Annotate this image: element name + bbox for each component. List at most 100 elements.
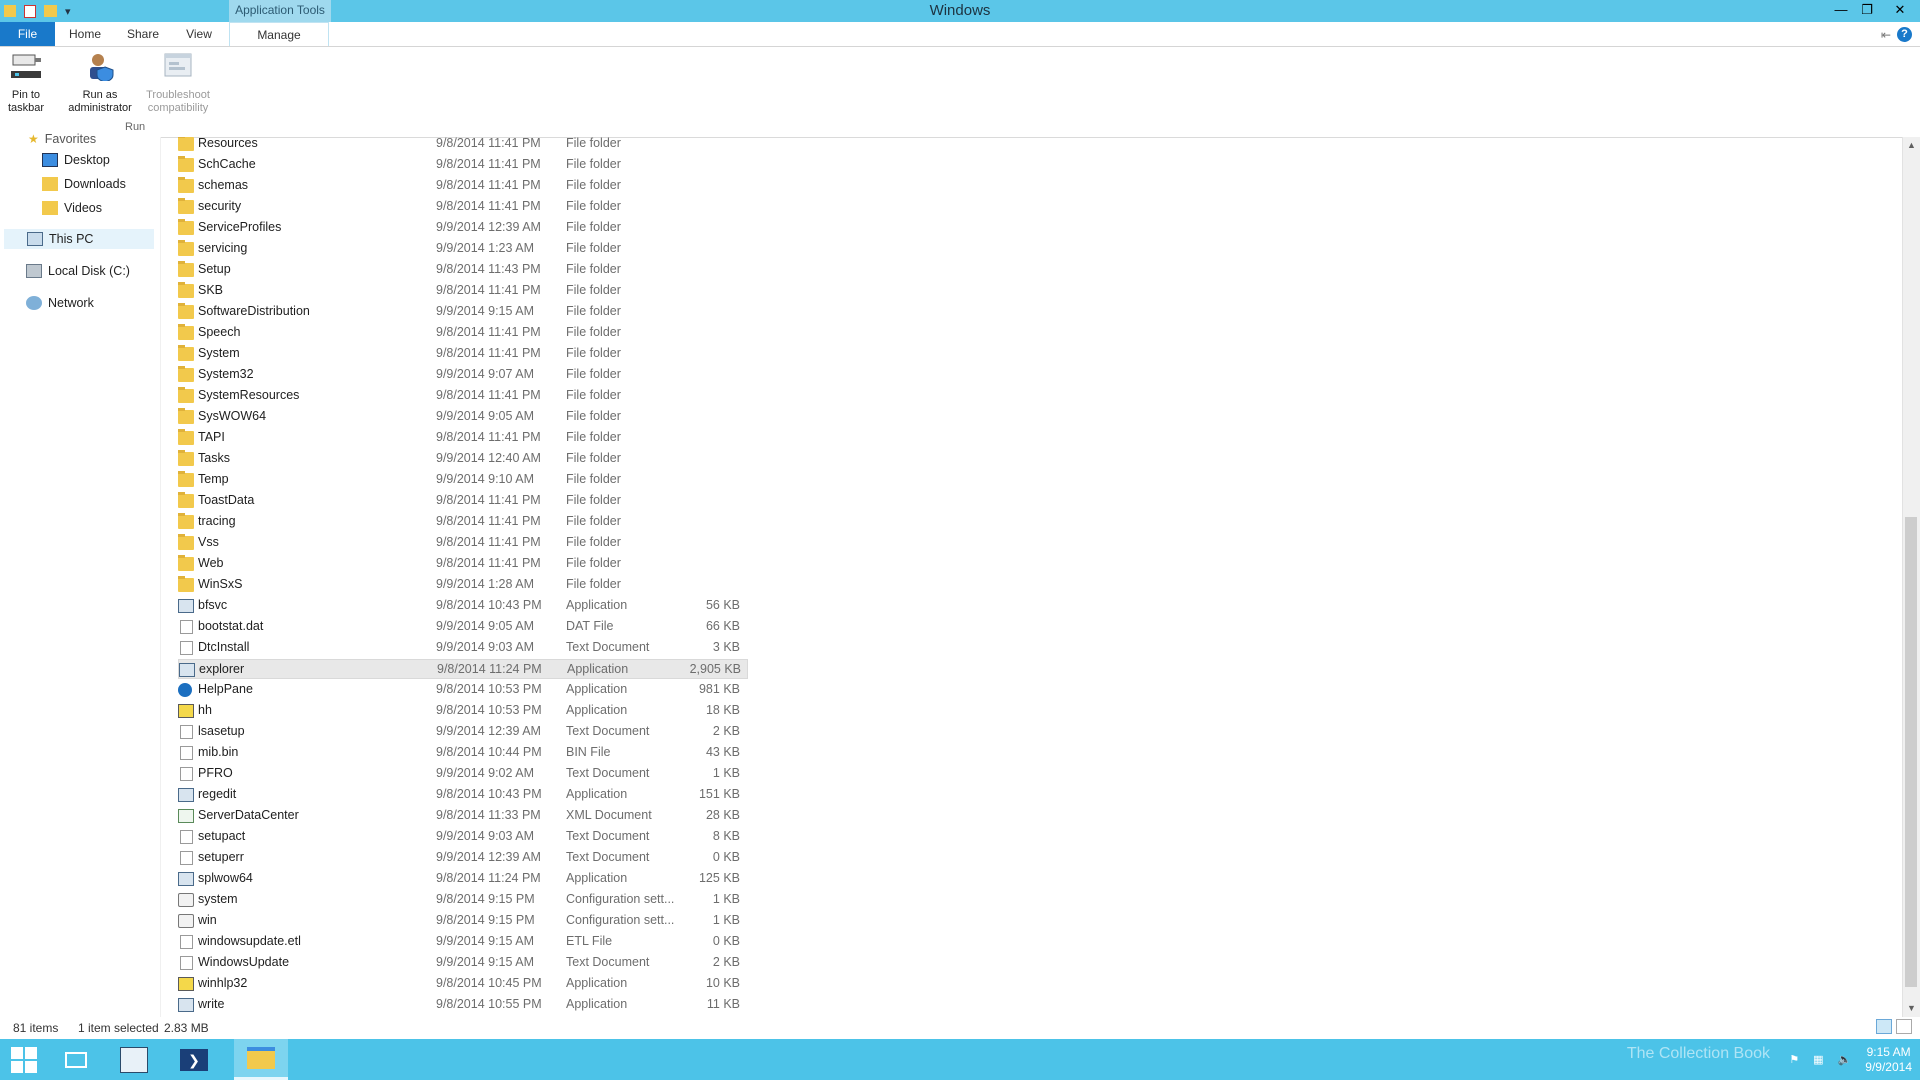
volume-icon[interactable]: 🔈	[1838, 1053, 1852, 1066]
minimize-button[interactable]: —	[1828, 0, 1854, 20]
list-item[interactable]: hh 9/8/2014 10:53 PM Application 18 KB	[178, 701, 748, 721]
list-item[interactable]: Temp 9/9/2014 9:10 AM File folder	[178, 470, 748, 490]
taskbar-powershell[interactable]: ❯	[170, 1039, 218, 1080]
list-item[interactable]: bootstat.dat 9/9/2014 9:05 AM DAT File 66 K…	[178, 617, 748, 637]
item-count: 81 items	[13, 1021, 59, 1035]
list-item[interactable]: splwow64 9/8/2014 11:24 PM Application 125 …	[178, 869, 748, 889]
list-item[interactable]: ToastData 9/8/2014 11:41 PM File folder	[178, 491, 748, 511]
start-button[interactable]	[0, 1039, 48, 1080]
close-button[interactable]: ✕	[1880, 0, 1920, 20]
nav-network-label: Network	[48, 296, 94, 310]
taskbar-server-manager[interactable]	[110, 1039, 158, 1080]
list-item[interactable]: write 9/8/2014 10:55 PM Application 11 KB	[178, 995, 748, 1015]
tab-manage[interactable]: Manage	[229, 22, 329, 46]
file-name: ToastData	[198, 493, 255, 507]
nav-favorites[interactable]: ★ Favorites	[28, 129, 96, 149]
file-size: 18 KB	[705, 703, 740, 717]
list-item[interactable]: mib.bin 9/8/2014 10:44 PM BIN File 43 KB	[178, 743, 748, 763]
nav-local-disk[interactable]: Local Disk (C:)	[26, 261, 130, 281]
list-item[interactable]: SoftwareDistribution 9/9/2014 9:15 AM File…	[178, 302, 748, 322]
network-tray-icon[interactable]: ▦	[1813, 1053, 1823, 1066]
folder-icon	[178, 408, 194, 424]
nav-desktop[interactable]: Desktop	[42, 150, 110, 170]
nav-this-pc[interactable]: This PC	[4, 229, 154, 249]
list-item[interactable]: Web 9/8/2014 11:41 PM File folder	[178, 554, 748, 574]
file-size: 8 KB	[712, 829, 740, 843]
tab-view[interactable]: View	[174, 22, 224, 46]
list-item[interactable]: DtcInstall 9/9/2014 9:03 AM Text Document 3…	[178, 638, 748, 658]
list-item[interactable]: setupact 9/9/2014 9:03 AM Text Document 8 K…	[178, 827, 748, 847]
list-item[interactable]: lsasetup 9/9/2014 12:39 AM Text Document 2 …	[178, 722, 748, 742]
navigation-pane: ★ Favorites Desktop Downloads Videos Thi…	[0, 132, 161, 1027]
list-item[interactable]: explorer 9/8/2014 11:24 PM Application 2,90…	[178, 659, 748, 679]
list-item[interactable]: Tasks 9/9/2014 12:40 AM File folder	[178, 449, 748, 469]
taskbar-file-explorer[interactable]	[234, 1039, 288, 1080]
taskbar-app-1[interactable]	[52, 1039, 100, 1080]
list-item[interactable]: Setup 9/8/2014 11:43 PM File folder	[178, 260, 748, 280]
list-item[interactable]: win 9/8/2014 9:15 PM Configuration sett...…	[178, 911, 748, 931]
file-date: 9/8/2014 9:15 PM	[436, 892, 535, 906]
file-date: 9/8/2014 11:41 PM	[436, 178, 541, 192]
help-icon[interactable]: ?	[1897, 27, 1912, 42]
new-folder-icon[interactable]	[44, 5, 57, 17]
scroll-up-arrow-icon[interactable]: ▲	[1903, 137, 1920, 154]
file-name: write	[198, 997, 225, 1011]
list-item[interactable]: schemas 9/8/2014 11:41 PM File folder	[178, 176, 748, 196]
list-item[interactable]: TAPI 9/8/2014 11:41 PM File folder	[178, 428, 748, 448]
clock[interactable]: 9:15 AM 9/9/2014	[1865, 1045, 1912, 1075]
list-item[interactable]: system 9/8/2014 9:15 PM Configuration sett…	[178, 890, 748, 910]
scrollbar-thumb[interactable]	[1905, 517, 1917, 987]
list-item[interactable]: SysWOW64 9/9/2014 9:05 AM File folder	[178, 407, 748, 427]
list-item[interactable]: WinSxS 9/9/2014 1:28 AM File folder	[178, 575, 748, 595]
action-center-flag-icon[interactable]: ⚑	[1789, 1053, 1799, 1066]
ribbon-tabs: File Home Share View Manage	[0, 22, 1920, 47]
list-item[interactable]: servicing 9/9/2014 1:23 AM File folder	[178, 239, 748, 259]
minimize-ribbon-icon[interactable]: ⇤	[1881, 28, 1891, 42]
tab-share[interactable]: Share	[118, 22, 168, 46]
list-item[interactable]: setuperr 9/9/2014 12:39 AM Text Document 0 …	[178, 848, 748, 868]
scroll-down-arrow-icon[interactable]: ▼	[1903, 1000, 1920, 1017]
vertical-scrollbar[interactable]: ▲ ▼	[1902, 137, 1920, 1017]
properties-icon[interactable]	[24, 4, 36, 18]
folder-icon[interactable]	[4, 5, 16, 17]
troubleshoot-compatibility-button[interactable]: Troubleshoot compatibility	[140, 51, 216, 115]
list-item[interactable]: Vss 9/8/2014 11:41 PM File folder	[178, 533, 748, 553]
customize-qat-icon[interactable]: ▾	[65, 5, 71, 18]
list-item[interactable]: System32 9/9/2014 9:07 AM File folder	[178, 365, 748, 385]
list-item[interactable]: SchCache 9/8/2014 11:41 PM File folder	[178, 155, 748, 175]
list-item[interactable]: SKB 9/8/2014 11:41 PM File folder	[178, 281, 748, 301]
run-as-administrator-button[interactable]: Run as administrator	[60, 51, 140, 115]
tab-home[interactable]: Home	[60, 22, 110, 46]
details-view-icon[interactable]	[1876, 1019, 1892, 1034]
file-name: security	[198, 199, 242, 213]
file-date: 9/9/2014 12:39 AM	[436, 220, 541, 234]
nav-videos[interactable]: Videos	[42, 198, 102, 218]
troubleshoot-compatibility-label: Troubleshoot compatibility	[146, 89, 210, 114]
list-item[interactable]: ServerDataCenter 9/8/2014 11:33 PM XML Doc…	[178, 806, 748, 826]
list-item[interactable]: ServiceProfiles 9/9/2014 12:39 AM File fol…	[178, 218, 748, 238]
list-item[interactable]: bfsvc 9/8/2014 10:43 PM Application 56 KB	[178, 596, 748, 616]
restore-button[interactable]: ❐	[1854, 0, 1880, 20]
list-item[interactable]: System 9/8/2014 11:41 PM File folder	[178, 344, 748, 364]
nav-network[interactable]: Network	[26, 293, 94, 313]
list-item[interactable]: PFRO 9/9/2014 9:02 AM Text Document 1 KB	[178, 764, 748, 784]
list-item[interactable]: SystemResources 9/8/2014 11:41 PM File fol…	[178, 386, 748, 406]
list-item[interactable]: Resources 9/8/2014 11:41 PM File folder	[178, 137, 748, 154]
list-item[interactable]: WindowsUpdate 9/9/2014 9:15 AM Text Docume…	[178, 953, 748, 973]
list-item[interactable]: regedit 9/8/2014 10:43 PM Application 151 K…	[178, 785, 748, 805]
list-item[interactable]: windowsupdate.etl 9/9/2014 9:15 AM ETL Fil…	[178, 932, 748, 952]
document-icon	[180, 746, 193, 760]
file-size: 0 KB	[712, 850, 740, 864]
pin-to-taskbar-button[interactable]: Pin to taskbar	[6, 51, 46, 115]
list-item[interactable]: winhlp32 9/8/2014 10:45 PM Application 10 K…	[178, 974, 748, 994]
file-name: splwow64	[198, 871, 253, 885]
file-type: Application	[566, 787, 628, 801]
list-item[interactable]: Speech 9/8/2014 11:41 PM File folder	[178, 323, 748, 343]
list-item[interactable]: HelpPane 9/8/2014 10:53 PM Application 981 …	[178, 680, 748, 700]
tab-file[interactable]: File	[0, 22, 55, 46]
list-item[interactable]: security 9/8/2014 11:41 PM File folder	[178, 197, 748, 217]
large-icons-view-icon[interactable]	[1896, 1019, 1912, 1034]
list-item[interactable]: tracing 9/8/2014 11:41 PM File folder	[178, 512, 748, 532]
file-type: File folder	[566, 451, 621, 465]
nav-downloads[interactable]: Downloads	[42, 174, 126, 194]
